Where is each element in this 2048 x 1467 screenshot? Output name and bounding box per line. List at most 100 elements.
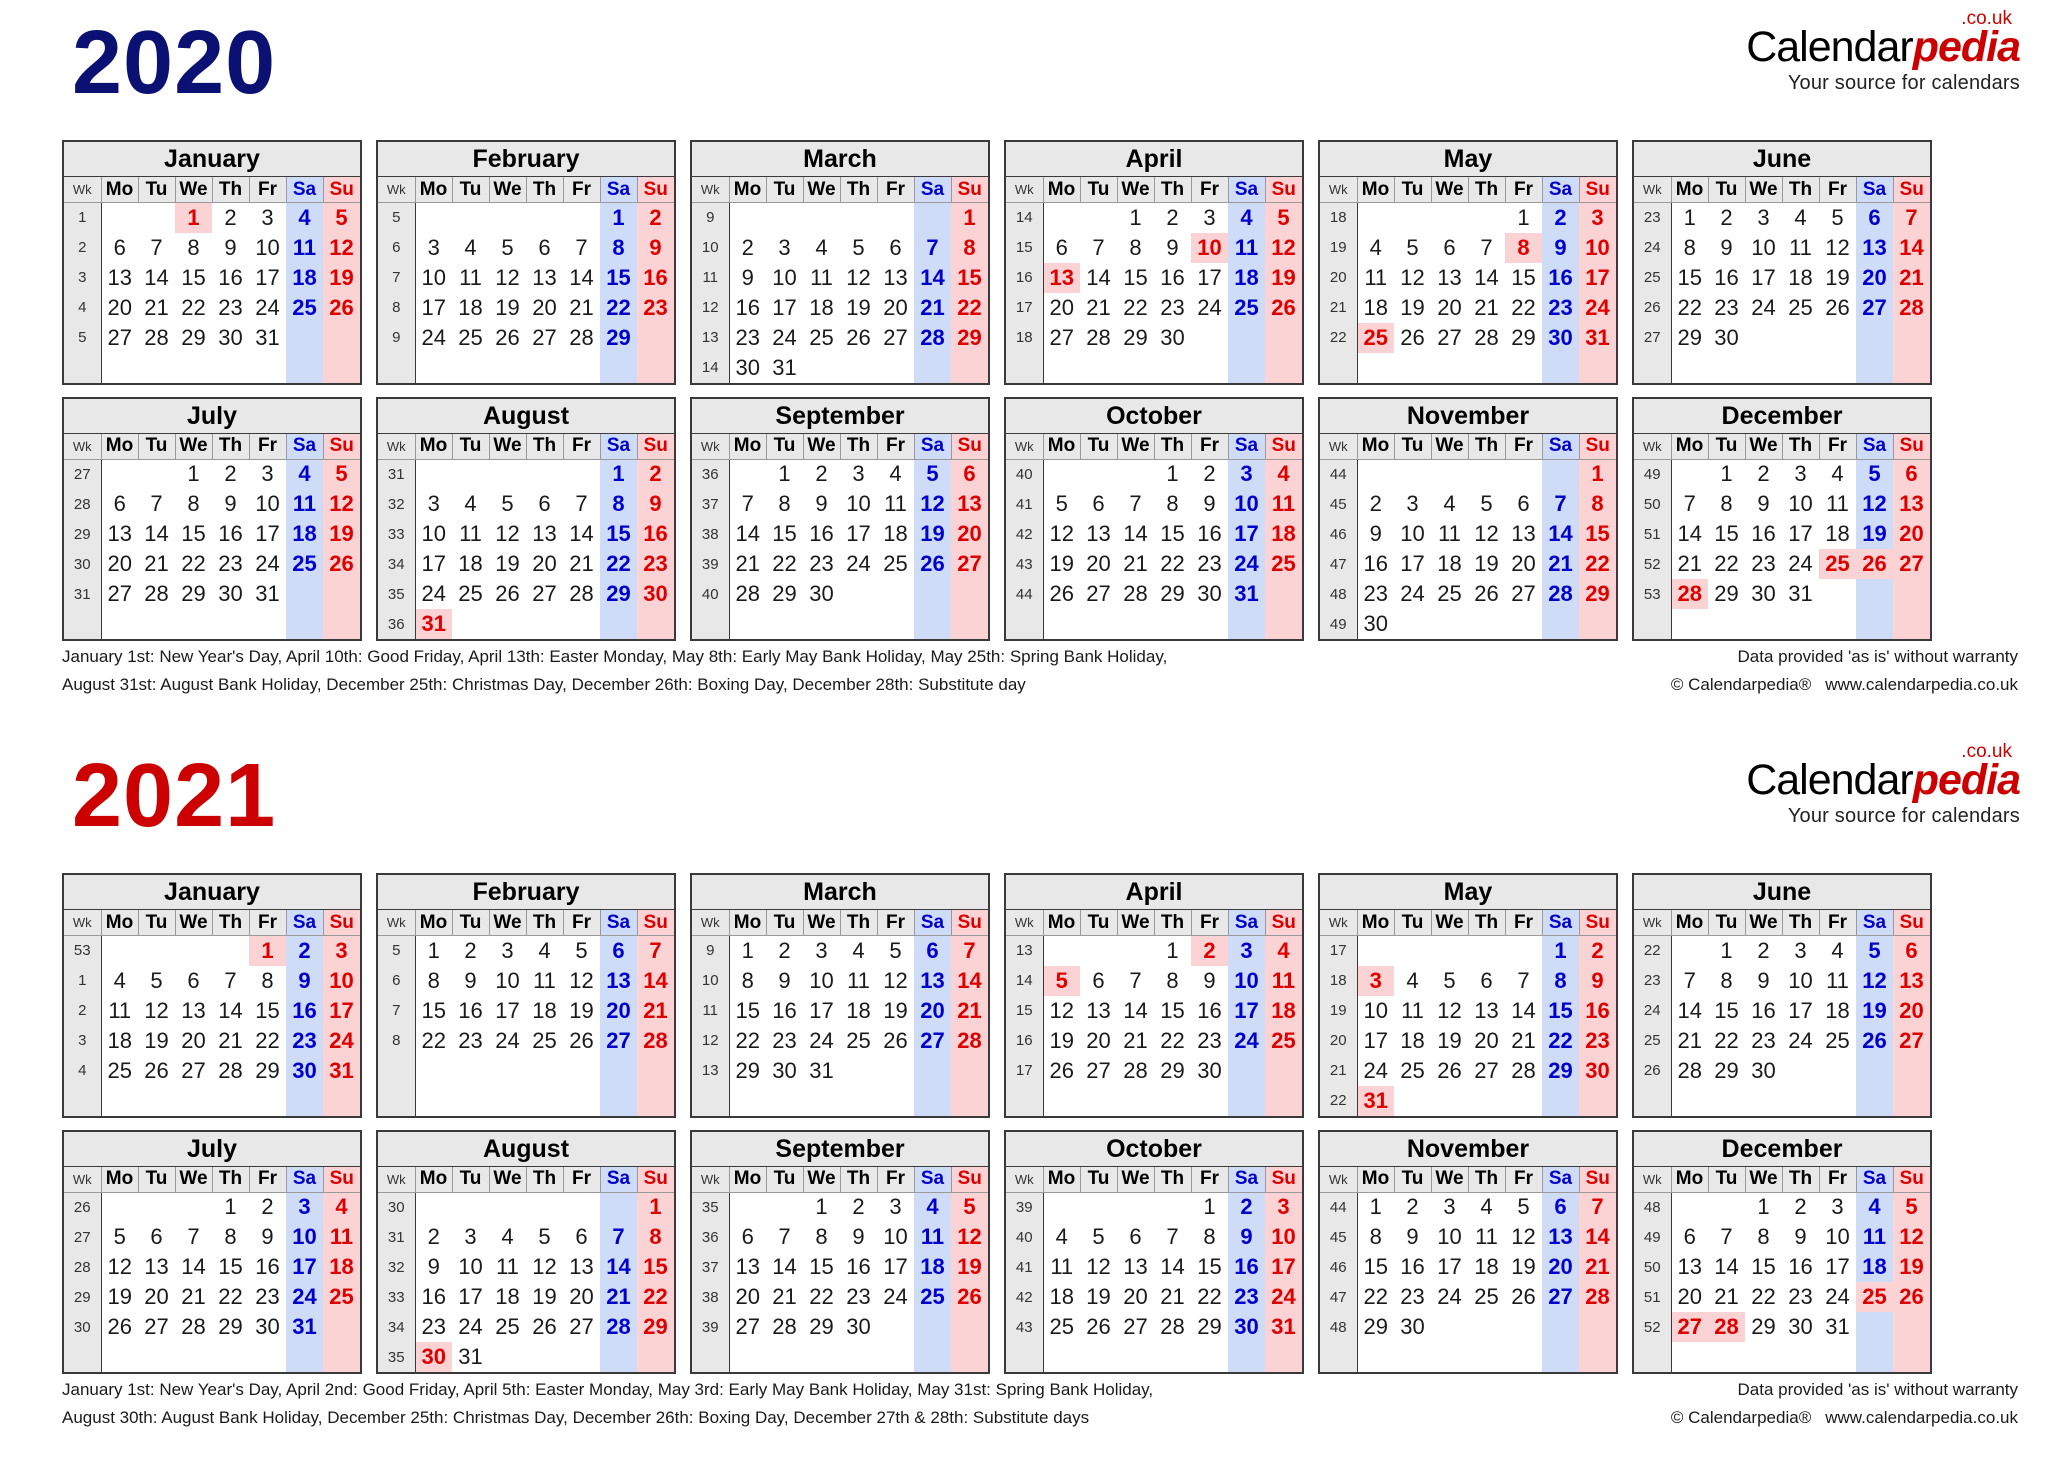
day-cell[interactable]: 16: [286, 995, 323, 1026]
day-cell[interactable]: 29: [1154, 579, 1191, 609]
day-cell[interactable]: 27: [1893, 549, 1930, 579]
day-cell[interactable]: 1: [1154, 936, 1191, 966]
day-cell[interactable]: 29: [1357, 1312, 1394, 1342]
day-cell[interactable]: 4: [286, 202, 323, 233]
day-cell[interactable]: 30: [1228, 1312, 1265, 1342]
day-cell[interactable]: 23: [637, 292, 674, 323]
day-cell[interactable]: 9: [249, 1222, 286, 1252]
day-cell[interactable]: 19: [914, 519, 951, 549]
day-cell[interactable]: 23: [286, 1025, 323, 1056]
day-cell[interactable]: 9: [1394, 1222, 1431, 1252]
day-cell[interactable]: 27: [1505, 579, 1542, 609]
day-cell[interactable]: 13: [1043, 262, 1080, 293]
day-cell[interactable]: [526, 1192, 563, 1222]
day-cell[interactable]: 5: [840, 233, 877, 263]
day-cell[interactable]: 28: [1708, 1312, 1745, 1342]
day-cell[interactable]: [101, 459, 138, 489]
day-cell[interactable]: 24: [1579, 292, 1616, 323]
day-cell[interactable]: 13: [729, 1252, 766, 1282]
day-cell[interactable]: 28: [1505, 1056, 1542, 1086]
day-cell[interactable]: 11: [1265, 489, 1302, 519]
day-cell[interactable]: 22: [1579, 549, 1616, 579]
day-cell[interactable]: 26: [323, 549, 360, 579]
day-cell[interactable]: 17: [1228, 995, 1265, 1026]
day-cell[interactable]: 22: [600, 292, 637, 323]
day-cell[interactable]: [729, 203, 766, 233]
day-cell[interactable]: 4: [489, 1222, 526, 1252]
day-cell[interactable]: 11: [1043, 1252, 1080, 1282]
day-cell[interactable]: 9: [637, 232, 674, 263]
day-cell[interactable]: 29: [766, 579, 803, 609]
day-cell[interactable]: 18: [1265, 995, 1302, 1026]
day-cell[interactable]: 16: [637, 519, 674, 549]
day-cell[interactable]: 15: [1191, 1252, 1228, 1282]
day-cell[interactable]: 5: [1043, 489, 1080, 519]
day-cell[interactable]: 22: [1708, 549, 1745, 579]
day-cell[interactable]: 17: [1819, 1252, 1856, 1282]
day-cell[interactable]: 23: [1191, 1026, 1228, 1056]
day-cell[interactable]: 2: [1228, 1192, 1265, 1222]
day-cell[interactable]: 25: [526, 1026, 563, 1056]
day-cell[interactable]: 26: [1856, 549, 1893, 579]
day-cell[interactable]: 30: [840, 1312, 877, 1342]
day-cell[interactable]: 4: [840, 936, 877, 966]
day-cell[interactable]: 21: [212, 1026, 249, 1056]
day-cell[interactable]: 23: [1745, 1026, 1782, 1056]
day-cell[interactable]: 21: [1671, 1026, 1708, 1056]
day-cell[interactable]: 17: [452, 1282, 489, 1312]
day-cell[interactable]: 23: [1708, 293, 1745, 323]
day-cell[interactable]: [1228, 322, 1265, 353]
day-cell[interactable]: 6: [729, 1222, 766, 1252]
day-cell[interactable]: 6: [1505, 489, 1542, 519]
day-cell[interactable]: 11: [1468, 1222, 1505, 1252]
day-cell[interactable]: [914, 352, 951, 383]
day-cell[interactable]: [101, 203, 138, 233]
day-cell[interactable]: 26: [138, 1056, 175, 1086]
day-cell[interactable]: 16: [1154, 263, 1191, 293]
day-cell[interactable]: 31: [766, 353, 803, 383]
day-cell[interactable]: 14: [600, 1252, 637, 1282]
day-cell[interactable]: 24: [489, 1026, 526, 1056]
day-cell[interactable]: 27: [1080, 579, 1117, 609]
day-cell[interactable]: 4: [101, 966, 138, 996]
day-cell[interactable]: 4: [526, 936, 563, 966]
day-cell[interactable]: 6: [1468, 966, 1505, 996]
day-cell[interactable]: 30: [1708, 323, 1745, 353]
day-cell[interactable]: 1: [175, 202, 212, 233]
day-cell[interactable]: 26: [1043, 579, 1080, 609]
day-cell[interactable]: 22: [1671, 293, 1708, 323]
day-cell[interactable]: 9: [803, 489, 840, 519]
day-cell[interactable]: 19: [526, 1282, 563, 1312]
day-cell[interactable]: 14: [1893, 232, 1930, 263]
day-cell[interactable]: 3: [1228, 935, 1265, 966]
day-cell[interactable]: 19: [951, 1252, 988, 1282]
day-cell[interactable]: 30: [1579, 1055, 1616, 1086]
day-cell[interactable]: 13: [1542, 1222, 1579, 1252]
day-cell[interactable]: 21: [637, 995, 674, 1026]
day-cell[interactable]: 25: [840, 1026, 877, 1056]
day-cell[interactable]: 31: [415, 609, 452, 639]
day-cell[interactable]: 20: [1468, 1026, 1505, 1056]
day-cell[interactable]: 26: [1265, 292, 1302, 323]
day-cell[interactable]: 25: [1228, 292, 1265, 323]
day-cell[interactable]: 16: [766, 996, 803, 1026]
day-cell[interactable]: 26: [563, 1026, 600, 1056]
day-cell[interactable]: 1: [1708, 936, 1745, 966]
day-cell[interactable]: 15: [803, 1252, 840, 1282]
day-cell[interactable]: 25: [1265, 549, 1302, 579]
day-cell[interactable]: 16: [1191, 519, 1228, 549]
day-cell[interactable]: 10: [415, 263, 452, 293]
day-cell[interactable]: 18: [1357, 293, 1394, 323]
day-cell[interactable]: 4: [323, 1192, 360, 1222]
day-cell[interactable]: 26: [1080, 1312, 1117, 1342]
day-cell[interactable]: 22: [1191, 1282, 1228, 1312]
day-cell[interactable]: 7: [729, 489, 766, 519]
day-cell[interactable]: 8: [1191, 1222, 1228, 1252]
day-cell[interactable]: [1043, 936, 1080, 966]
day-cell[interactable]: [1394, 1086, 1431, 1116]
day-cell[interactable]: 30: [1745, 579, 1782, 609]
day-cell[interactable]: 30: [415, 1342, 452, 1372]
day-cell[interactable]: 6: [1671, 1222, 1708, 1252]
day-cell[interactable]: [286, 579, 323, 609]
day-cell[interactable]: 26: [1856, 1025, 1893, 1056]
